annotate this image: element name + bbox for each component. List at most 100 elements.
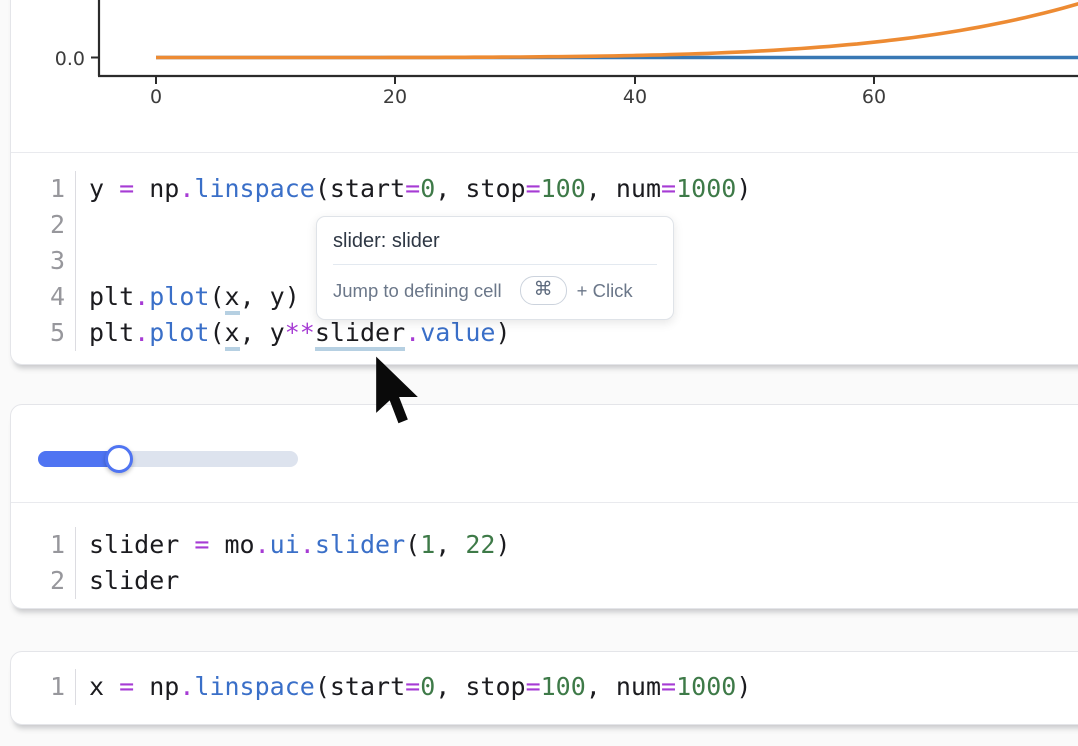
code-token: ( <box>209 282 224 311</box>
svg-text:20: 20 <box>383 86 407 108</box>
code-token: plot <box>149 282 209 311</box>
code-text[interactable]: plt.plot(x, y**slider.value) <box>75 315 511 351</box>
code-token: = <box>526 672 541 701</box>
code-token: . <box>255 530 270 559</box>
code-text[interactable]: slider = mo.ui.slider(1, 22) <box>75 527 511 563</box>
notebook-cell-x: 1x = np.linspace(start=0, stop=100, num=… <box>10 651 1078 725</box>
code-token: linspace <box>194 174 314 203</box>
variable-tooltip: slider: slider Jump to defining cell ⌘ +… <box>316 216 674 320</box>
tooltip-action-row: Jump to defining cell ⌘ + Click <box>317 265 673 319</box>
code-token: slider <box>89 566 179 595</box>
code-editor: 1x = np.linspace(start=0, stop=100, num=… <box>11 652 1078 722</box>
code-token: = <box>194 530 209 559</box>
code-token: 0 <box>420 672 435 701</box>
code-token: ) <box>736 174 751 203</box>
code-text[interactable]: x = np.linspace(start=0, stop=100, num=1… <box>75 669 751 705</box>
code-token: 1 <box>420 530 435 559</box>
code-text[interactable]: plt.plot(x, y) <box>75 279 300 315</box>
linked-variable[interactable]: x <box>225 318 240 351</box>
line-number: 2 <box>11 563 65 599</box>
code-token: (start <box>315 672 405 701</box>
code-text[interactable] <box>75 243 89 279</box>
code-token: = <box>661 672 676 701</box>
code-token: , y <box>240 318 285 347</box>
svg-text:0: 0 <box>150 86 162 108</box>
cell-output-chart: 0.0 0 20 40 60 <box>11 0 1078 152</box>
slider-widget[interactable] <box>38 451 298 467</box>
svg-text:40: 40 <box>623 86 647 108</box>
code-token: ( <box>209 318 224 347</box>
y-tick-label: 0.0 <box>55 48 85 70</box>
code-token: , y) <box>240 282 300 311</box>
code-token: ) <box>495 530 510 559</box>
code-token: ** <box>285 318 315 347</box>
x-tick-marks <box>156 77 874 84</box>
code-token: = <box>405 174 420 203</box>
line-number: 4 <box>11 279 65 315</box>
code-token: . <box>179 174 194 203</box>
code-token: , num <box>586 672 661 701</box>
code-token: = <box>405 672 420 701</box>
code-token: np <box>134 174 179 203</box>
code-token: . <box>134 282 149 311</box>
command-key-badge: ⌘ <box>520 276 567 305</box>
tooltip-title: slider: slider <box>317 217 673 264</box>
code-token: np <box>134 672 179 701</box>
code-token: ) <box>736 672 751 701</box>
code-line: 1x = np.linspace(start=0, stop=100, num=… <box>11 669 1078 705</box>
code-token: = <box>526 174 541 203</box>
code-line: 5 plt.plot(x, y**slider.value) <box>11 315 1078 351</box>
line-number: 2 <box>11 207 65 243</box>
code-token: mo <box>209 530 254 559</box>
line-number: 3 <box>11 243 65 279</box>
line-number: 1 <box>11 171 65 207</box>
code-token: plt <box>89 318 134 347</box>
code-token: = <box>119 174 134 203</box>
code-text[interactable]: y = np.linspace(start=0, stop=100, num=1… <box>75 171 751 207</box>
code-token: 100 <box>541 672 586 701</box>
command-key-icon: ⌘ <box>534 278 553 301</box>
line-number: 1 <box>11 669 65 705</box>
code-token: . <box>405 318 420 347</box>
code-token: 1000 <box>676 672 736 701</box>
code-token: plt <box>89 282 134 311</box>
code-token: 22 <box>465 530 495 559</box>
code-token: ui <box>270 530 300 559</box>
code-token: slider <box>315 530 405 559</box>
code-token: . <box>134 318 149 347</box>
code-text[interactable]: slider <box>75 563 179 599</box>
code-token: . <box>179 672 194 701</box>
line-series-orange <box>156 0 1078 58</box>
code-token: = <box>661 174 676 203</box>
code-token: value <box>420 318 495 347</box>
code-token: plot <box>149 318 209 347</box>
code-token: , stop <box>435 174 525 203</box>
line-number: 5 <box>11 315 65 351</box>
slider-handle[interactable] <box>105 445 133 473</box>
code-token: 1000 <box>676 174 736 203</box>
x-tick-labels: 0 20 40 60 <box>150 86 886 108</box>
marimo-notebook: 0.0 0 20 40 60 1y = np.linsp <box>0 0 1078 746</box>
code-token: . <box>300 530 315 559</box>
code-line: 1 y = np.linspace(start=0, stop=100, num=… <box>11 171 1078 207</box>
code-token: ( <box>405 530 420 559</box>
code-token: linspace <box>194 672 314 701</box>
code-token: (start <box>315 174 405 203</box>
tooltip-action-label: Jump to defining cell <box>333 280 502 302</box>
code-token: , <box>435 530 465 559</box>
linked-variable[interactable]: x <box>225 282 240 315</box>
code-token: , num <box>586 174 661 203</box>
code-line: 2 slider <box>11 563 1078 599</box>
line-number: 1 <box>11 527 65 563</box>
code-text[interactable] <box>75 207 89 243</box>
code-token: x <box>89 672 119 701</box>
code-line: 1slider = mo.ui.slider(1, 22) <box>11 527 1078 563</box>
matplotlib-chart: 0.0 0 20 40 60 <box>11 0 1078 153</box>
code-token: slider <box>89 530 194 559</box>
tooltip-click-suffix: + Click <box>577 280 633 302</box>
svg-text:60: 60 <box>862 86 886 108</box>
linked-variable[interactable]: slider <box>315 318 405 351</box>
code-token: = <box>119 672 134 701</box>
notebook-cell-slider: 1slider = mo.ui.slider(1, 22)2slider <box>10 404 1078 609</box>
code-token: y <box>89 174 119 203</box>
